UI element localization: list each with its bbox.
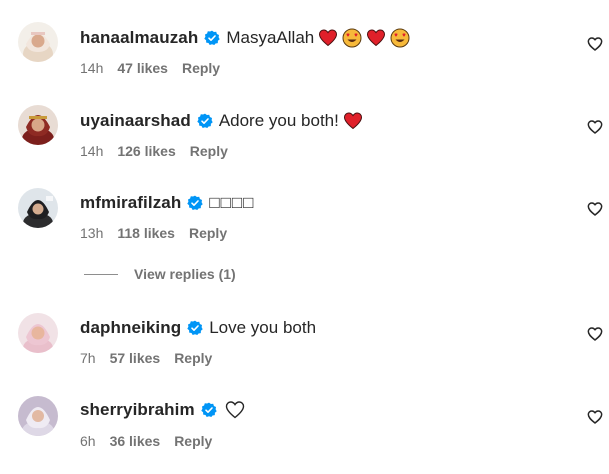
comment-meta: 14h 126 likes Reply (80, 143, 228, 159)
view-replies-button[interactable]: View replies (1) (84, 266, 236, 282)
avatar[interactable] (18, 188, 58, 228)
like-count[interactable]: 47 likes (117, 60, 168, 76)
red-heart-emoji-icon (343, 111, 363, 131)
white-heart-emoji-icon (225, 400, 245, 420)
heart-outline-icon[interactable] (587, 409, 603, 425)
verified-badge-icon (200, 402, 217, 418)
comment-line: daphneiking Love you both (80, 318, 316, 338)
like-count[interactable]: 57 likes (110, 350, 161, 366)
verified-badge-icon (204, 30, 221, 46)
comment-text: □□□□ (209, 193, 255, 212)
username[interactable]: daphneiking (80, 318, 181, 338)
heart-outline-icon[interactable] (587, 119, 603, 135)
avatar[interactable] (18, 313, 58, 353)
verified-badge-icon (187, 320, 203, 336)
view-replies-label: View replies (1) (134, 266, 236, 282)
red-heart-emoji-icon (366, 28, 386, 48)
heart-outline-icon[interactable] (587, 326, 603, 342)
heart-outline-icon[interactable] (587, 201, 603, 217)
comment-meta: 14h 47 likes Reply (80, 60, 220, 76)
comment-line: uyainaarshad Adore you both! (80, 111, 363, 131)
username[interactable]: sherryibrahim (80, 400, 195, 420)
username[interactable]: mfmirafilzah (80, 193, 181, 213)
comment-meta: 13h 118 likes Reply (80, 225, 227, 241)
timestamp[interactable]: 7h (80, 350, 96, 366)
heart-eyes-emoji-icon (342, 28, 362, 48)
reply-button[interactable]: Reply (190, 143, 228, 159)
timestamp[interactable]: 14h (80, 143, 103, 159)
red-heart-emoji-icon (318, 28, 338, 48)
reply-button[interactable]: Reply (174, 433, 212, 449)
avatar[interactable] (18, 22, 58, 62)
like-count[interactable]: 126 likes (117, 143, 175, 159)
comment-text: MasyaAllah (226, 28, 315, 47)
avatar[interactable] (18, 396, 58, 436)
verified-badge-icon (197, 113, 213, 129)
heart-eyes-emoji-icon (390, 28, 410, 48)
reply-button[interactable]: Reply (189, 225, 227, 241)
timestamp[interactable]: 14h (80, 60, 103, 76)
reply-button[interactable]: Reply (182, 60, 220, 76)
verified-badge-icon (187, 195, 204, 211)
comment-line: sherryibrahim (80, 400, 245, 420)
comment-text: Adore you both! (218, 111, 339, 130)
timestamp[interactable]: 6h (80, 433, 96, 449)
reply-button[interactable]: Reply (174, 350, 212, 366)
avatar[interactable] (18, 105, 58, 145)
heart-outline-icon[interactable] (587, 36, 603, 52)
comment-text: Love you both (209, 318, 317, 337)
comment-line: mfmirafilzah □□□□ (80, 193, 254, 213)
comment-meta: 7h 57 likes Reply (80, 350, 212, 366)
like-count[interactable]: 118 likes (117, 225, 175, 241)
comment-line: hanaalmauzah MasyaAllah (80, 28, 410, 48)
like-count[interactable]: 36 likes (110, 433, 161, 449)
username[interactable]: uyainaarshad (80, 111, 191, 131)
timestamp[interactable]: 13h (80, 225, 103, 241)
username[interactable]: hanaalmauzah (80, 28, 198, 48)
replies-divider (84, 273, 118, 275)
comment-meta: 6h 36 likes Reply (80, 433, 212, 449)
